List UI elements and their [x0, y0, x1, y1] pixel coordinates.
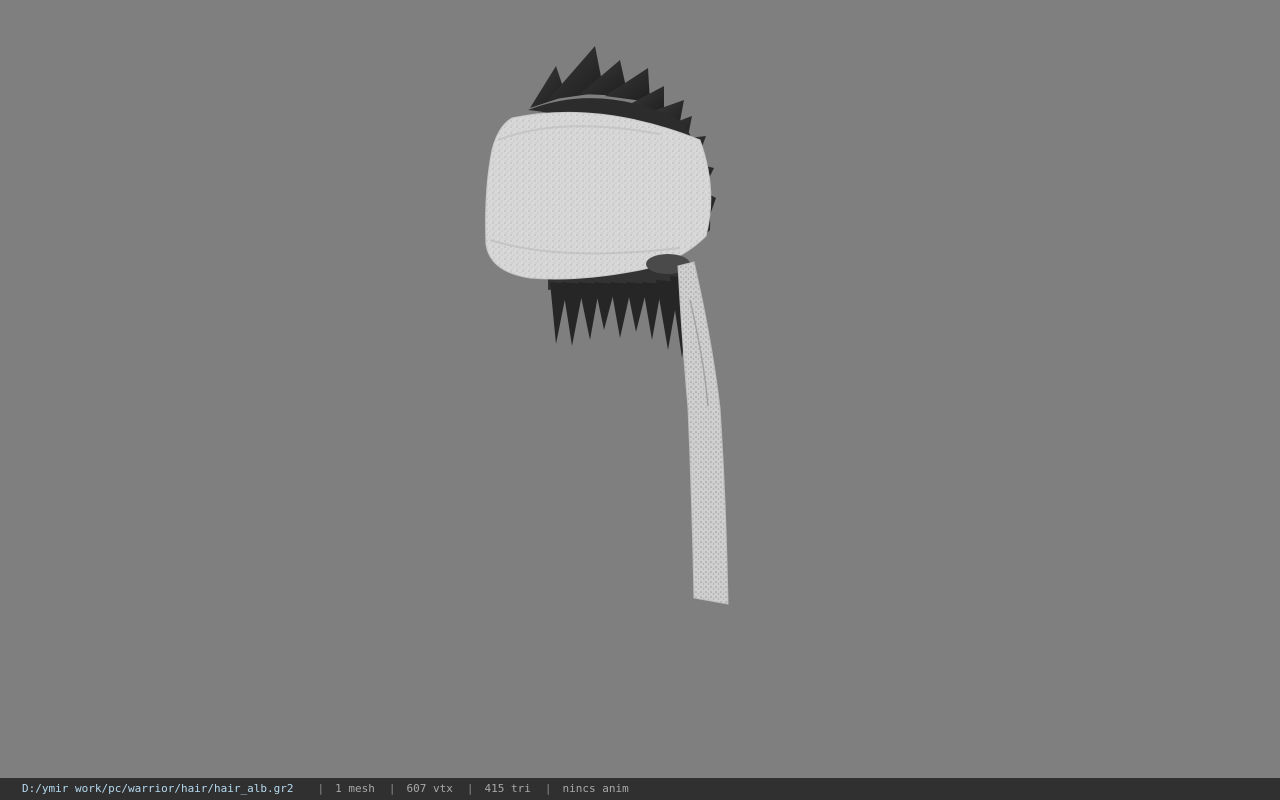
hair-with-headband-icon [485, 46, 729, 605]
file-path: D:/ymir work/pc/warrior/hair/hair_alb.gr… [22, 782, 294, 795]
triangle-count: 415 tri [484, 782, 531, 795]
3d-viewport[interactable] [0, 0, 1280, 778]
mesh-count: 1 mesh [335, 782, 375, 795]
separator: | [466, 782, 474, 795]
headband-tail [677, 261, 729, 605]
separator: | [544, 782, 552, 795]
status-bar: D:/ymir work/pc/warrior/hair/hair_alb.gr… [0, 778, 1280, 800]
vertex-count: 607 vtx [406, 782, 453, 795]
animation-status: nincs anim [562, 782, 629, 795]
separator: | [317, 782, 325, 795]
separator: | [388, 782, 396, 795]
